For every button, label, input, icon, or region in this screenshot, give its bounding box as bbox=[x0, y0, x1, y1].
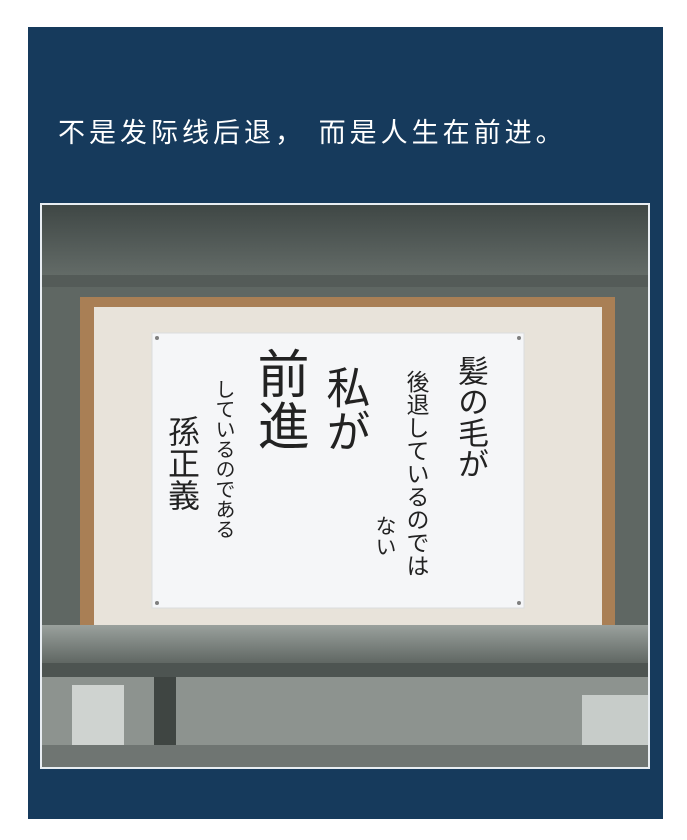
board-ledge bbox=[42, 625, 648, 665]
stone-block bbox=[72, 685, 124, 755]
board-roof bbox=[42, 205, 648, 287]
ledge-shadow bbox=[42, 663, 648, 677]
glass-reflection bbox=[94, 307, 602, 631]
ground-shadow bbox=[42, 745, 648, 767]
notice-board-illustration: 髪の毛が 後退しているのでは ない 私が 前進 しているのである 孫正義 bbox=[42, 205, 648, 767]
banner-card: 不是发际线后退， 而是人生在前进。 髪の毛が 後退しているのでは ない 私が 前… bbox=[28, 27, 663, 819]
caption-text: 不是发际线后退， 而是人生在前进。 bbox=[58, 118, 567, 149]
notice-board-photo: 髪の毛が 後退しているのでは ない 私が 前進 しているのである 孫正義 bbox=[42, 205, 648, 767]
